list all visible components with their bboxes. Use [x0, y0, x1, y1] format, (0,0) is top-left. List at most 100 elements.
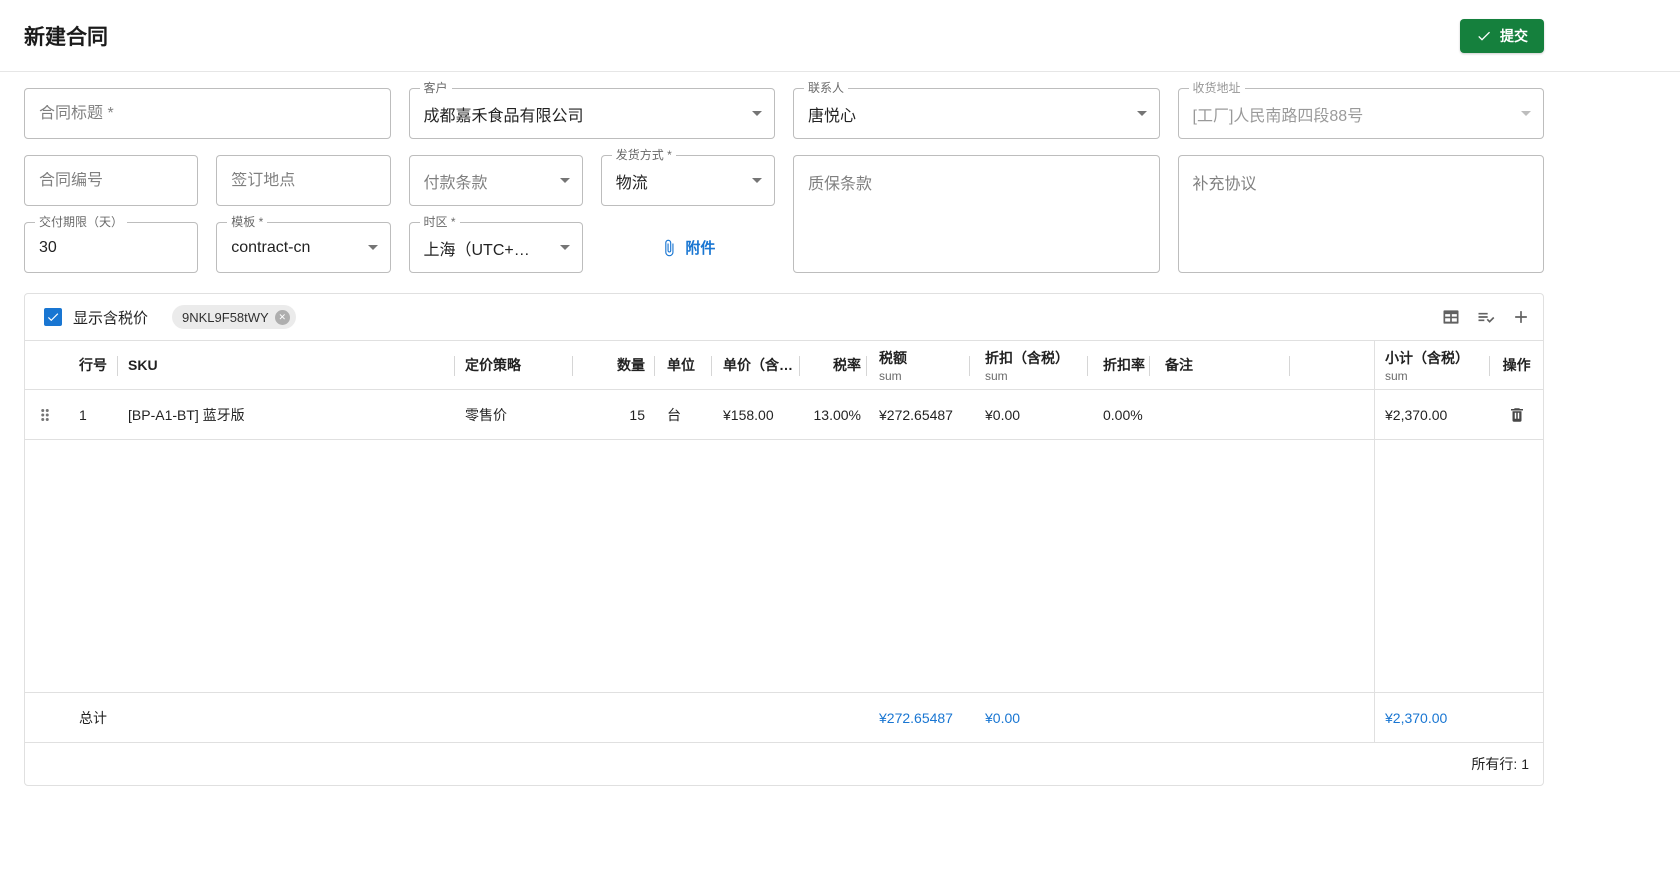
signing-place-input[interactable] — [231, 171, 378, 190]
chevron-down-icon — [559, 245, 570, 250]
signing-place-field[interactable] — [216, 155, 391, 206]
delivery-method-select[interactable]: 发货方式 * 物流 — [600, 148, 775, 206]
show-tax-label: 显示含税价 — [73, 309, 149, 327]
contact-label: 联系人 — [804, 81, 849, 96]
contract-title-input[interactable] — [39, 104, 378, 123]
delivery-days-label: 交付期限（天） — [35, 215, 128, 230]
aggregation-label: sum — [1385, 368, 1408, 383]
paperclip-icon — [660, 239, 678, 257]
table-view-icon[interactable] — [1441, 307, 1461, 327]
col-header-remark[interactable]: 备注 — [1150, 341, 1290, 389]
payment-terms-select[interactable]: 付款条款 — [408, 155, 583, 206]
cell-qty[interactable]: 15 — [573, 390, 655, 439]
submit-button[interactable]: 提交 — [1460, 18, 1544, 53]
drag-cell — [25, 390, 64, 439]
cell-row-no[interactable]: 1 — [64, 390, 118, 439]
timezone-label: 时区 * — [419, 215, 460, 230]
cell-sku[interactable]: [BP-A1-BT] 蓝牙版 — [118, 390, 455, 439]
shipping-address-value: [工厂]人民南路四段88号 — [1192, 107, 1364, 125]
col-header-tax-rate[interactable]: 税率 — [800, 341, 867, 389]
col-header-unit[interactable]: 单位 — [655, 341, 712, 389]
grid-toolbar: 显示含税价 9NKL9F58tWY ✕ — [25, 294, 1543, 340]
submit-button-label: 提交 — [1500, 27, 1528, 44]
add-row-icon[interactable] — [1511, 307, 1531, 327]
chevron-down-icon — [752, 178, 762, 183]
cell-pricing[interactable]: 零售价 — [455, 390, 573, 439]
customer-value: 成都嘉禾食品有限公司 — [423, 107, 584, 125]
timezone-select[interactable]: 时区 * 上海（UTC+… — [408, 215, 583, 273]
warranty-field[interactable] — [793, 155, 1160, 273]
contract-title-field[interactable] — [24, 88, 391, 139]
cell-unit-price[interactable]: ¥158.00 — [712, 390, 800, 439]
col-header-discount-rate[interactable]: 折扣率 — [1088, 341, 1150, 389]
cell-discount-rate[interactable]: 0.00% — [1088, 390, 1150, 439]
new-contract-page: 新建合同 提交 客户 成都嘉禾食品有限公司 联系人 唐悦心 收货地址 [工厂 — [0, 0, 1680, 786]
page-header: 新建合同 提交 — [0, 0, 1680, 72]
col-header-discount[interactable]: 折扣（含税） sum — [970, 341, 1088, 389]
cell-discount[interactable]: ¥0.00 — [970, 390, 1088, 439]
col-header-pricing[interactable]: 定价策略 — [455, 341, 573, 389]
chip-delete-icon[interactable]: ✕ — [274, 309, 290, 325]
aggregation-label: sum — [879, 368, 902, 383]
line-item-row[interactable]: 1 [BP-A1-BT] 蓝牙版 零售价 15 台 ¥158.00 13.00%… — [25, 390, 1543, 440]
col-header-subtotal[interactable]: 小计（含税） sum — [1375, 341, 1491, 389]
aggregation-label: sum — [985, 368, 1008, 383]
contract-no-input[interactable] — [39, 171, 186, 190]
template-value: contract-cn — [231, 238, 311, 256]
col-header-actions: 操作 — [1502, 357, 1531, 373]
col-header-qty[interactable]: 数量 — [573, 341, 655, 389]
attachment-button[interactable]: 附件 — [601, 222, 775, 273]
cell-filler — [1290, 390, 1374, 439]
delete-row-button[interactable] — [1508, 406, 1526, 424]
customer-label: 客户 — [419, 81, 452, 96]
attachment-label: 附件 — [685, 240, 716, 257]
line-items-card: 显示含税价 9NKL9F58tWY ✕ 行号 SKU 定价策略 数量 单位 单价… — [24, 293, 1544, 786]
cell-tax-rate[interactable]: 13.00% — [800, 390, 867, 439]
total-rows-count: 所有行: 1 — [1471, 756, 1529, 772]
cell-unit[interactable]: 台 — [655, 390, 712, 439]
grid-header: 行号 SKU 定价策略 数量 单位 单价（含… 税率 税额 sum 折扣（含税）… — [25, 340, 1543, 390]
supplement-field[interactable] — [1177, 155, 1544, 273]
check-icon — [1476, 28, 1492, 44]
col-header-sku[interactable]: SKU — [118, 341, 455, 389]
col-header-row-no[interactable]: 行号 — [64, 341, 118, 389]
delivery-days-input[interactable] — [39, 238, 186, 257]
payment-terms-placeholder: 付款条款 — [423, 174, 488, 192]
template-select[interactable]: 模板 * contract-cn — [216, 215, 391, 273]
delivery-days-field[interactable]: 交付期限（天） — [24, 215, 199, 273]
checkbox-checked-icon[interactable] — [44, 308, 62, 326]
col-header-subtotal-label: 小计（含税） — [1385, 349, 1469, 366]
cell-remark[interactable] — [1150, 390, 1290, 439]
shipping-address-label: 收货地址 — [1188, 81, 1245, 96]
col-header-unit-price[interactable]: 单价（含… — [712, 341, 800, 389]
col-header-tax-amount-label: 税额 — [879, 349, 907, 366]
chevron-down-icon — [1136, 111, 1147, 116]
drag-handle-icon[interactable] — [36, 406, 54, 424]
contact-value: 唐悦心 — [808, 107, 857, 125]
delivery-method-value: 物流 — [615, 174, 648, 192]
shipping-address-select: 收货地址 [工厂]人民南路四段88号 — [1177, 81, 1544, 139]
show-tax-checkbox[interactable]: 显示含税价 — [44, 307, 148, 328]
chevron-down-icon — [1521, 111, 1531, 116]
col-header-filler — [1290, 341, 1374, 389]
contact-select[interactable]: 联系人 唐悦心 — [793, 81, 1160, 139]
chip-label: 9NKL9F58tWY — [182, 309, 269, 325]
chevron-down-icon — [559, 178, 570, 183]
customer-select[interactable]: 客户 成都嘉禾食品有限公司 — [408, 81, 775, 139]
delivery-method-label: 发货方式 * — [611, 148, 676, 163]
contract-no-field[interactable] — [24, 155, 199, 206]
page-title: 新建合同 — [24, 25, 108, 49]
warranty-textarea[interactable] — [794, 156, 1159, 272]
column-checklist-icon[interactable] — [1476, 307, 1496, 327]
cell-actions — [1490, 390, 1543, 439]
col-header-discount-label: 折扣（含税） — [985, 349, 1069, 366]
grid-total-row: 总计 ¥272.65487 ¥0.00 ¥2,370.00 — [25, 692, 1543, 742]
col-header-tax-amount[interactable]: 税额 sum — [867, 341, 970, 389]
supplement-textarea[interactable] — [1178, 156, 1543, 272]
filter-chip[interactable]: 9NKL9F58tWY ✕ — [172, 305, 296, 329]
cell-tax-amount[interactable]: ¥272.65487 — [867, 390, 970, 439]
grid-footer: 所有行: 1 — [25, 742, 1543, 785]
cell-subtotal[interactable]: ¥2,370.00 — [1375, 390, 1490, 439]
total-label: 总计 — [79, 709, 107, 726]
chevron-down-icon — [367, 245, 378, 250]
